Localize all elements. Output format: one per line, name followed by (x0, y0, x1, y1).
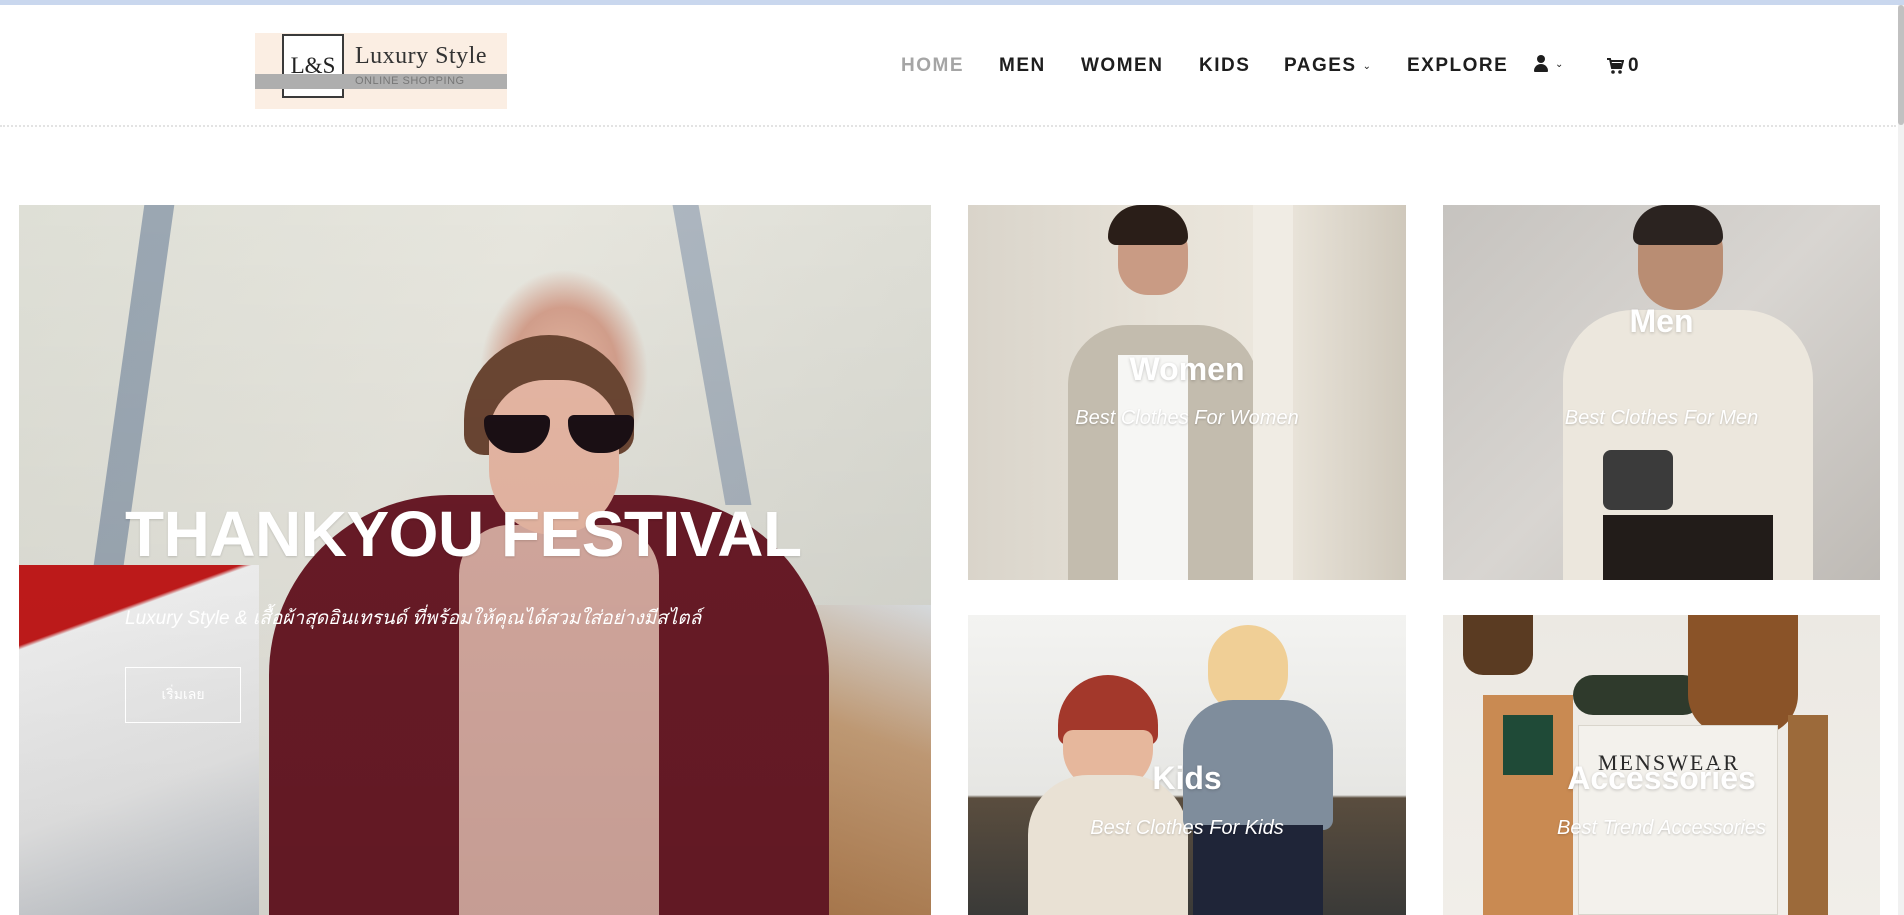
category-tile-women[interactable]: Women Best Clothes For Women (968, 205, 1406, 580)
tile-figure (1603, 515, 1773, 580)
site-header: L&S Luxury Style ONLINE SHOPPING HOME ME… (0, 5, 1896, 127)
tile-figure (1573, 675, 1703, 715)
nav-item-label: PAGES (1284, 55, 1357, 76)
nav-item-women[interactable]: WOMEN (1081, 55, 1163, 77)
tile-title: Kids (1152, 760, 1222, 796)
category-tile-accessories[interactable]: MENSWEAR Accessories Best Trend Accessor… (1443, 615, 1880, 915)
nav-item-label: HOME (901, 55, 964, 76)
tile-subtitle: Best Clothes For Women (1075, 407, 1299, 429)
hero-title: THANKYOU FESTIVAL (125, 498, 802, 570)
tile-figure (1118, 355, 1188, 580)
nav-item-home[interactable]: HOME (901, 55, 964, 77)
hero-cta-button[interactable]: เริ่มเลย (125, 667, 241, 723)
category-tile-kids[interactable]: Kids Best Clothes For Kids (968, 615, 1406, 915)
hero-subtitle: Luxury Style & เสื้อผ้าสุดอินเทรนด์ ที่พ… (125, 608, 702, 629)
scrollbar-track[interactable] (1898, 5, 1904, 915)
nav-item-explore[interactable]: EXPLORE (1407, 55, 1508, 77)
tile-title: Men (1629, 303, 1694, 339)
tile-figure (1603, 450, 1673, 510)
tile-figure (1788, 715, 1828, 915)
tile-title: Women (1129, 351, 1245, 387)
chevron-down-icon: ⌄ (1555, 58, 1565, 70)
chevron-down-icon: ⌄ (1362, 60, 1373, 72)
nav-item-men[interactable]: MEN (999, 55, 1046, 77)
scrollbar-thumb[interactable] (1898, 5, 1904, 125)
cart-icon (1606, 57, 1625, 75)
account-menu[interactable]: ⌄ (1533, 55, 1565, 73)
category-tile-men[interactable]: Men Best Clothes For Men (1443, 205, 1880, 580)
tile-figure (1688, 615, 1798, 735)
nav-item-kids[interactable]: KIDS (1199, 55, 1250, 77)
nav-item-label: MEN (999, 55, 1046, 76)
main-nav: HOME MEN WOMEN KIDS PAGES ⌄ EXPLORE ⌄ 0 (0, 5, 1896, 127)
tile-title: Accessories (1567, 760, 1756, 796)
tile-figure (1253, 205, 1293, 580)
tile-subtitle: Best Trend Accessories (1557, 817, 1766, 839)
cart-count: 0 (1628, 55, 1641, 76)
user-icon (1533, 55, 1549, 73)
tile-figure (1633, 205, 1723, 245)
cart-button[interactable]: 0 (1606, 55, 1640, 77)
tile-subtitle: Best Clothes For Kids (1090, 817, 1284, 839)
tile-figure (1108, 205, 1188, 245)
hero-banner: THANKYOU FESTIVAL Luxury Style & เสื้อผ้… (19, 205, 931, 915)
tile-subtitle: Best Clothes For Men (1564, 407, 1759, 429)
nav-item-label: WOMEN (1081, 55, 1164, 76)
nav-item-label: KIDS (1199, 55, 1251, 76)
nav-item-label: EXPLORE (1407, 55, 1509, 76)
tile-figure (1463, 615, 1533, 675)
nav-item-pages[interactable]: PAGES ⌄ (1284, 55, 1373, 77)
